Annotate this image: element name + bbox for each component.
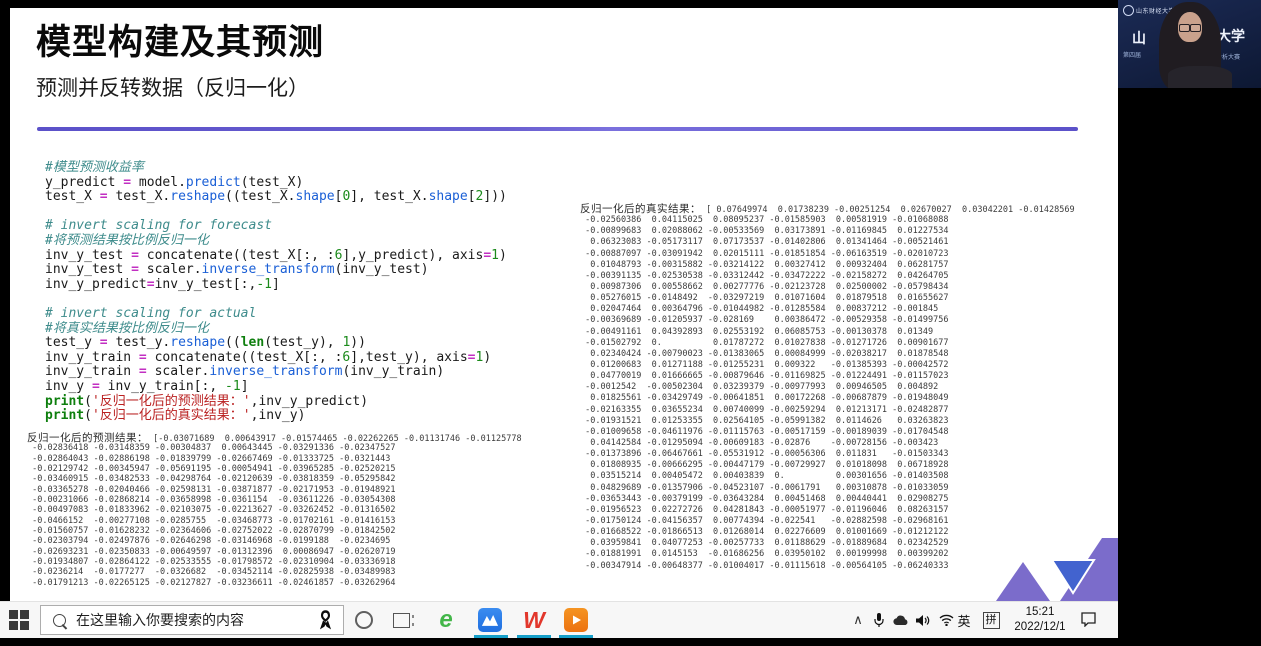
webcam-bg-text-left: 山 (1132, 28, 1146, 48)
microphone-icon[interactable] (871, 602, 887, 638)
page-title: 模型构建及其预测 (36, 14, 324, 65)
webcam-bg-text-right: 大学 (1217, 26, 1245, 46)
university-logo-icon (1123, 5, 1134, 16)
ie-browser-icon: e (439, 608, 452, 632)
active-app-indicator (559, 635, 593, 638)
clock-date: 2022/12/1 (1008, 620, 1072, 635)
cortana-button[interactable] (351, 607, 377, 633)
search-icon (53, 614, 66, 627)
code-block: #模型预测收益率y_predict = model.predict(test_X… (45, 161, 507, 424)
active-app-indicator (517, 635, 551, 638)
slide-corner-decoration (990, 538, 1118, 601)
mourning-ribbon-icon (318, 609, 333, 631)
divider-line (37, 127, 1078, 131)
windows-start-button[interactable] (9, 610, 29, 630)
search-placeholder-text: 在这里输入你要搜索的内容 (76, 610, 318, 630)
clock-time: 15:21 (1008, 605, 1072, 620)
speaker-icon[interactable] (914, 602, 932, 638)
tencent-meeting-icon (478, 608, 502, 632)
output-predict: 反归一化后的预测结果： [-0.03071689 0.00643917 -0.0… (27, 433, 522, 588)
wps-presentation-app-button[interactable] (563, 607, 589, 633)
task-view-button[interactable] (388, 607, 414, 633)
wps-writer-app-button[interactable]: W (521, 607, 547, 633)
browser-app-button[interactable]: e (433, 607, 459, 633)
taskbar-search-input[interactable]: 在这里输入你要搜索的内容 (40, 605, 344, 635)
screen: 模型构建及其预测 预测并反转数据（反归一化） #模型预测收益率y_predict… (0, 0, 1261, 646)
presenter-body (1168, 66, 1232, 88)
taskbar-clock[interactable]: 15:21 2022/12/1 (1008, 605, 1072, 635)
webcam-subtext-left: 第四届 (1123, 50, 1141, 59)
notification-icon (1080, 611, 1097, 627)
webcam-overlay[interactable]: 山东财经大学 山 大学 第四届 分析大赛 (1118, 0, 1261, 88)
tray-expand-chevron-up-icon[interactable]: ∧ (849, 602, 867, 638)
slide-subtitle: 预测并反转数据（反归一化） (36, 72, 309, 102)
active-app-indicator (474, 635, 508, 638)
presenter-glasses (1179, 24, 1201, 30)
input-language-indicator[interactable]: 英 (955, 602, 973, 638)
cortana-icon (355, 611, 373, 629)
wps-office-icon: W (523, 609, 545, 632)
slide: 模型构建及其预测 预测并反转数据（反归一化） #模型预测收益率y_predict… (10, 8, 1118, 601)
notification-center-button[interactable] (1080, 611, 1097, 632)
ime-mode-indicator[interactable]: 拼 (981, 602, 1001, 638)
taskbar: 在这里输入你要搜索的内容 e W (0, 601, 1118, 638)
output-actual: 反归一化后的真实结果： [ 0.07649974 0.01738239 -0.0… (580, 204, 1075, 572)
task-view-icon (393, 613, 410, 628)
wps-presentation-icon (564, 608, 588, 632)
cloud-sync-icon[interactable] (891, 602, 911, 638)
wifi-icon[interactable] (937, 602, 955, 638)
meeting-app-button[interactable] (477, 607, 503, 633)
